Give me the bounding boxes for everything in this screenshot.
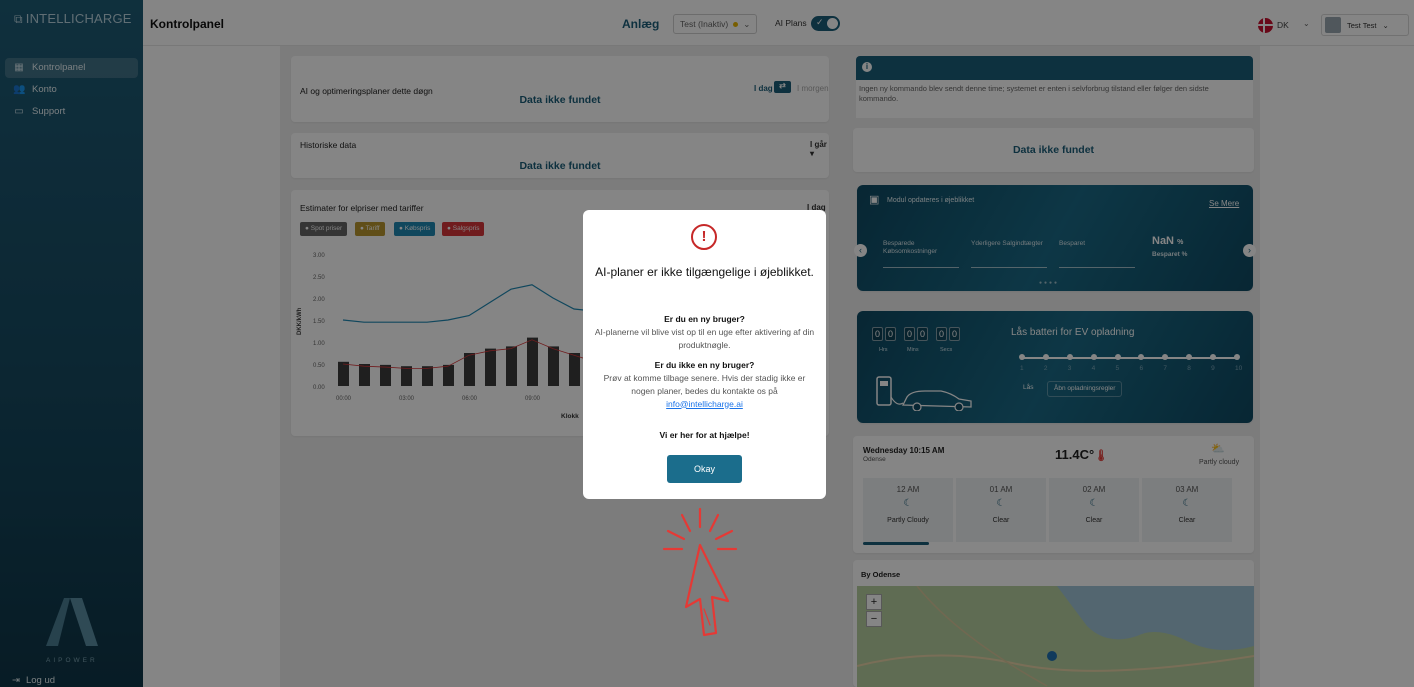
modal-text-body: Prøv at komme tilbage senere. Hvis der s…: [603, 373, 806, 396]
alert-icon: !: [691, 224, 717, 250]
modal-help: Vi er her for at hjælpe!: [659, 430, 750, 440]
modal-question: Er du en ny bruger?: [664, 314, 745, 324]
okay-button[interactable]: Okay: [667, 455, 742, 483]
ai-unavailable-modal: ! AI-planer er ikke tilgængelige i øjebl…: [583, 210, 826, 499]
click-pointer-icon: [662, 507, 738, 637]
modal-title: AI-planer er ikke tilgængelige i øjeblik…: [595, 265, 814, 279]
email-link[interactable]: info@intellicharge.ai: [666, 399, 743, 409]
modal-question: Er du ikke en ny bruger?: [654, 360, 755, 370]
modal-text: AI-planerne vil blive vist op til en uge…: [594, 327, 815, 350]
modal-text: Prøv at komme tilbage senere. Hvis der s…: [593, 372, 816, 410]
